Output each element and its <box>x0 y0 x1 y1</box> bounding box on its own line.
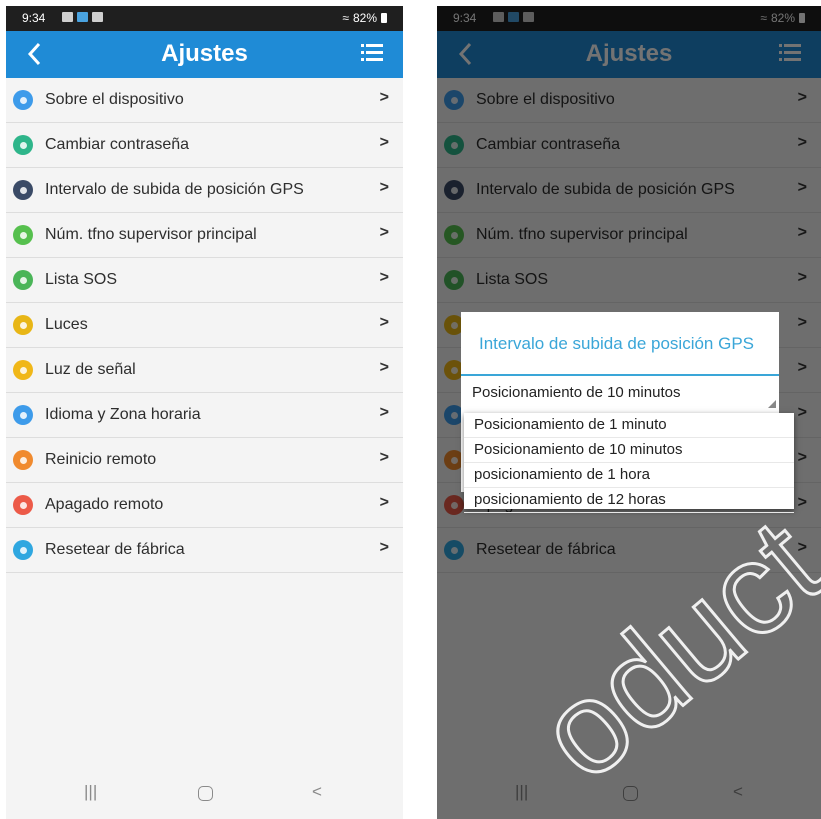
settings-item-label: Resetear de fábrica <box>45 541 185 558</box>
settings-item-label: Luz de señal <box>45 361 136 378</box>
settings-item-label: Intervalo de subida de posición GPS <box>45 181 304 198</box>
settings-item[interactable]: Resetear de fábrica > <box>6 528 403 573</box>
chevron-right-icon: > <box>379 449 389 466</box>
signal-light-icon <box>13 360 33 380</box>
settings-item[interactable]: Núm. tfno supervisor principal > <box>6 213 403 258</box>
watermark-text: oduct <box>510 490 821 809</box>
settings-item[interactable]: Intervalo de subida de posición GPS > <box>6 168 403 213</box>
settings-item-label: Cambiar contraseña <box>45 136 190 153</box>
settings-item[interactable]: Cambiar contraseña > <box>6 123 403 168</box>
settings-item-label: Luces <box>45 316 88 333</box>
key-icon <box>13 135 33 155</box>
settings-item[interactable]: Luz de señal > <box>6 348 403 393</box>
page-title: Ajustes <box>161 40 248 67</box>
settings-screen-with-dialog: 9:34 ≈ 82% Ajustes Sobre el dispositivo>… <box>437 6 821 819</box>
chevron-right-icon: > <box>379 89 389 106</box>
device-info-icon <box>13 90 33 110</box>
gallery-notification-icon <box>62 12 73 22</box>
settings-item-label: Idioma y Zona horaria <box>45 406 201 423</box>
settings-item[interactable]: Lista SOS > <box>6 258 403 303</box>
bulb-icon <box>13 315 33 335</box>
chevron-right-icon: > <box>379 359 389 376</box>
chevron-right-icon: > <box>379 314 389 331</box>
restart-icon <box>13 450 33 470</box>
settings-item[interactable]: Apagado remoto > <box>6 483 403 528</box>
navigation-bar: ||| < <box>6 770 403 819</box>
chevron-right-icon: > <box>379 134 389 151</box>
status-time: 9:34 <box>22 11 46 25</box>
app-bar: Ajustes <box>6 31 403 78</box>
contacts-icon <box>13 270 33 290</box>
settings-item[interactable]: Reinicio remoto > <box>6 438 403 483</box>
chevron-right-icon: > <box>379 269 389 286</box>
notification-icons <box>62 12 103 22</box>
settings-item-label: Lista SOS <box>45 271 118 288</box>
wifi-signal-icon: ≈ <box>342 11 349 25</box>
settings-item[interactable]: Luces > <box>6 303 403 348</box>
globe-icon <box>13 405 33 425</box>
menu-list-icon[interactable] <box>361 44 383 64</box>
factory-reset-icon <box>13 540 33 560</box>
home-button[interactable] <box>198 786 213 801</box>
settings-item-label: Reinicio remoto <box>45 451 157 468</box>
location-pin-icon <box>13 180 33 200</box>
status-bar: 9:34 ≈ 82% <box>6 6 403 31</box>
battery-icon <box>381 13 387 23</box>
eye-icon <box>13 225 33 245</box>
recents-button[interactable]: ||| <box>84 782 97 802</box>
settings-screen: 9:34 ≈ 82% Ajustes Sobre el dispositivo >… <box>6 6 403 819</box>
chevron-right-icon: > <box>379 179 389 196</box>
nav-back-button[interactable]: < <box>312 782 322 802</box>
power-icon <box>13 495 33 515</box>
watermark-label: oduct <box>511 491 821 807</box>
settings-item-label: Apagado remoto <box>45 496 164 513</box>
settings-item[interactable]: Idioma y Zona horaria > <box>6 393 403 438</box>
settings-item-label: Núm. tfno supervisor principal <box>45 226 257 243</box>
settings-item-label: Sobre el dispositivo <box>45 91 184 108</box>
settings-list: Sobre el dispositivo > Cambiar contraseña >… <box>6 78 403 573</box>
chevron-right-icon: > <box>379 404 389 421</box>
translate-notification-icon <box>92 12 103 22</box>
settings-item[interactable]: Sobre el dispositivo > <box>6 78 403 123</box>
chevron-right-icon: > <box>379 539 389 556</box>
app-notification-icon <box>77 12 88 22</box>
chevron-right-icon: > <box>379 494 389 511</box>
status-right: ≈ 82% <box>342 11 387 25</box>
battery-percent: 82% <box>352 11 377 25</box>
chevron-right-icon: > <box>379 224 389 241</box>
